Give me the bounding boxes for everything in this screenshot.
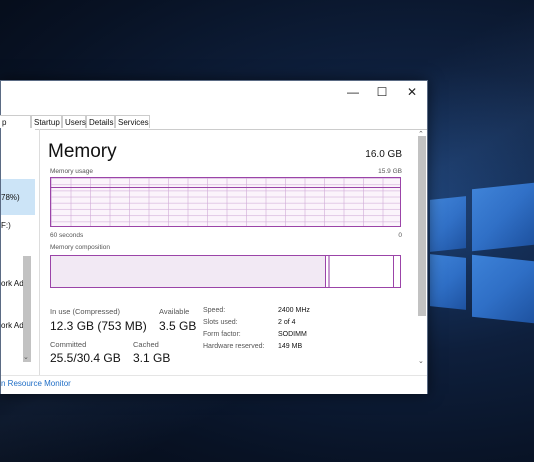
tab-services[interactable]: Services [115,115,150,128]
page-title: Memory [48,141,117,162]
memory-usage-graph [50,177,401,227]
cached-value: 3.1 GB [133,351,171,365]
title-bar[interactable]: — ☐ ✕ [1,81,427,109]
maximize-button[interactable]: ☐ [367,81,397,103]
chevron-down-icon[interactable]: ⌄ [23,353,29,361]
memory-panel: Memory 16.0 GB Memory usage 15.9 GB 60 s… [41,129,417,375]
sidebar-item-network-2[interactable]: ork Ad [1,321,24,330]
pane-divider [39,129,40,375]
close-button[interactable]: ✕ [397,81,427,103]
tab-details[interactable]: Details [86,115,115,128]
chevron-up-icon[interactable]: ⌃ [418,130,424,138]
open-resource-monitor-link[interactable]: n Resource Monitor [1,379,71,388]
minimize-button[interactable]: — [338,81,368,103]
sidebar-item-network-1[interactable]: ork Ad [1,279,24,288]
tab-users[interactable]: Users [62,115,86,128]
maximize-icon: ☐ [376,85,388,99]
slots-used-label: Slots used: [203,319,238,326]
sidebar-item-memory[interactable]: 78%) [1,193,20,202]
cached-label: Cached [133,340,159,349]
form-factor-value: SODIMM [278,331,307,338]
hardware-reserved-value: 149 MB [278,343,303,350]
committed-value: 25.5/30.4 GB [50,351,121,365]
composition-in-use [51,256,326,287]
form-factor-label: Form factor: [203,331,241,338]
composition-standby [393,256,394,287]
sidebar-item-disk[interactable]: F:) [1,221,11,230]
usage-graph-max: 15.9 GB [378,168,402,175]
memory-total: 16.0 GB [365,149,402,160]
hardware-reserved-label: Hardware reserved: [203,343,265,350]
available-label: Available [159,307,190,316]
main-scrollbar-thumb[interactable] [418,136,426,316]
close-icon: ✕ [406,85,418,99]
time-axis-end: 0 [398,232,402,239]
status-bar: n Resource Monitor [1,375,427,394]
tab-startup[interactable]: Startup [31,115,62,128]
usage-line [51,186,400,188]
tab-bar: p history Startup Users Details Services [0,115,427,140]
slots-used-value: 2 of 4 [278,319,296,326]
tab-app-history[interactable]: p history [0,115,31,140]
usage-graph-label: Memory usage [50,168,93,175]
memory-composition-bar [50,255,401,288]
time-axis-label: 60 seconds [50,232,84,239]
sidebar-scrollbar-thumb[interactable] [23,256,31,362]
available-value: 3.5 GB [159,319,197,333]
task-manager-window: — ☐ ✕ p history Startup Users Details Se… [0,80,428,394]
in-use-value: 12.3 GB (753 MB) [50,319,147,333]
speed-value: 2400 MHz [278,307,310,314]
committed-label: Committed [50,340,87,349]
chevron-down-icon[interactable]: ⌄ [418,357,424,365]
in-use-label: In use (Compressed) [50,307,121,316]
composition-label: Memory composition [50,244,110,251]
minimize-icon: — [347,85,359,99]
speed-label: Speed: [203,307,226,314]
composition-modified [328,256,330,287]
